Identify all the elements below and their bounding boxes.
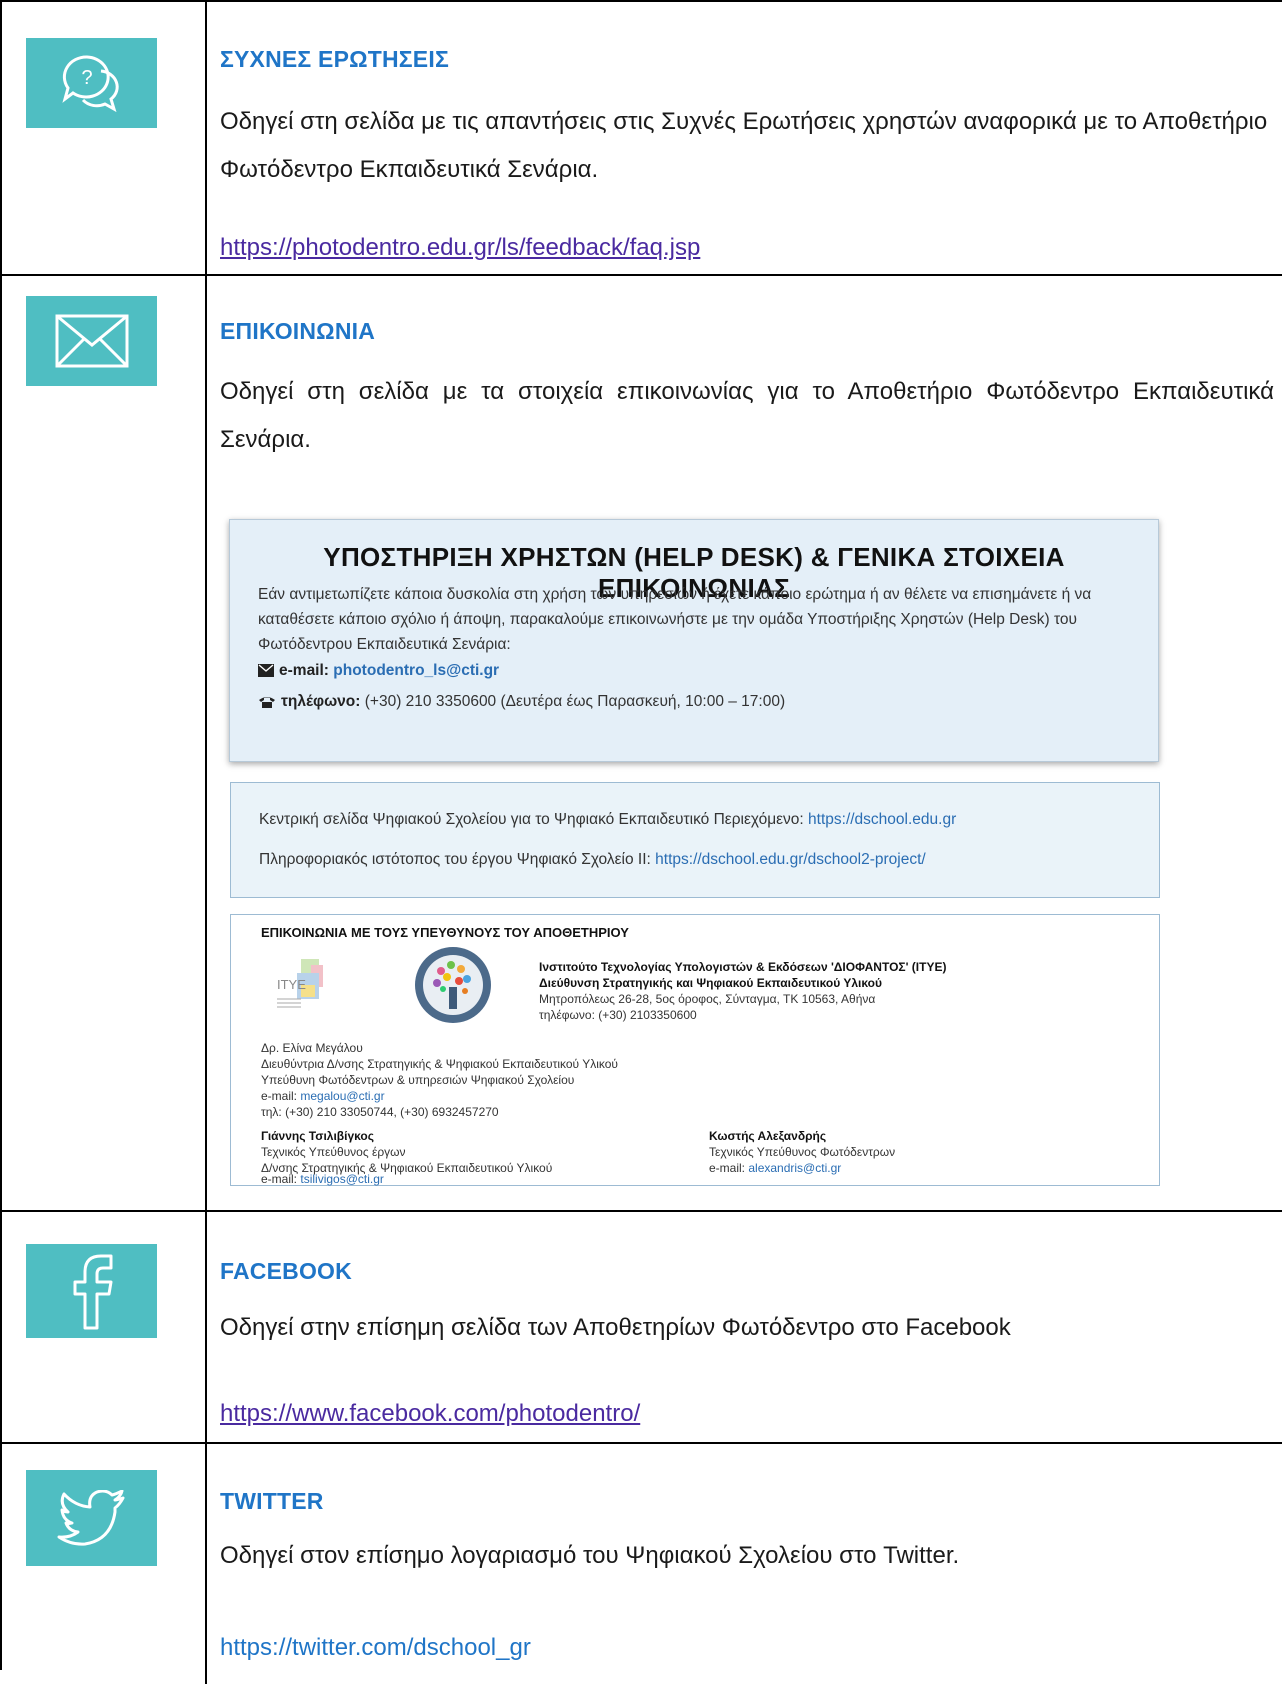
faq-heading: ΣΥΧΝΕΣ ΕΡΩΤΗΣΕΙΣ [220,46,449,72]
twitter-link[interactable]: https://twitter.com/dschool_gr [220,1634,531,1662]
person-3-email[interactable]: alexandris@cti.gr [748,1161,841,1175]
person-2-email-line: e-mail: tsilivigos@cti.gr [261,1172,384,1186]
person-2-email[interactable]: tsilivigos@cti.gr [300,1172,384,1186]
dschool-panel: Κεντρική σελίδα Ψηφιακού Σχολείου για το… [230,782,1160,898]
person-1-role-1: Διευθύντρια Δ/νσης Στρατηγικής & Ψηφιακο… [261,1057,618,1071]
person-3-name: Κωστής Αλεξανδρής [709,1129,827,1143]
row-facebook: FACEBOOK Οδηγεί στην επίσημη σελίδα των … [2,1212,1282,1444]
helpdesk-email[interactable]: photodentro_ls@cti.gr [333,662,499,679]
row-contact: ΕΠΙΚΟΙΝΩΝΙΑ Οδηγεί στη σελίδα με τα στοι… [2,276,1282,1212]
icon-cell: ? [2,2,207,274]
org-name: Ινστιτούτο Τεχνολογίας Υπολογιστών & Εκδ… [539,960,947,974]
responsibles-title: ΕΠΙΚΟΙΝΩΝΙΑ ΜΕ ΤΟΥΣ ΥΠΕΥΘΥΝΟΥΣ ΤΟΥ ΑΠΟΘΕ… [261,925,629,940]
phone-icon [259,697,275,708]
helpdesk-phone-line: τηλέφωνο: (+30) 210 3350600 (Δευτέρα έως… [258,693,785,711]
dschool-line-1: Κεντρική σελίδα Ψηφιακού Σχολείου για το… [259,811,957,828]
dschool-line-2: Πληροφοριακός ιστότοπος του έργου Ψηφιακ… [259,851,926,868]
contact-description: Οδηγεί στη σελίδα με τα στοιχεία επικοιν… [220,378,1274,453]
svg-text:?: ? [81,67,92,89]
faq-link[interactable]: https://photodentro.edu.gr/ls/feedback/f… [220,234,700,262]
mail-icon [258,664,274,677]
facebook-link[interactable]: https://www.facebook.com/photodentro/ [220,1400,640,1428]
helpdesk-description: Εάν αντιμετωπίζετε κάποια δυσκολία στη χ… [258,586,1092,653]
facebook-icon [26,1244,157,1338]
person-1-email-line: e-mail: megalou@cti.gr [261,1089,385,1103]
person-1-name: Δρ. Ελίνα Μεγάλου [261,1041,363,1055]
person-1-email[interactable]: megalou@cti.gr [300,1089,384,1103]
person-3-role-1: Τεχνικός Υπεύθυνος Φωτόδεντρων [709,1145,896,1159]
facebook-description: Οδηγεί στην επίσημη σελίδα των Αποθετηρί… [220,1314,1011,1341]
twitter-heading: TWITTER [220,1488,324,1514]
twitter-description: Οδηγεί στον επίσημο λογαριασμό του Ψηφια… [220,1542,960,1569]
person-2-role-1: Τεχνικός Υπεύθυνος έργων [261,1145,406,1159]
icon-cell [2,276,207,1210]
icon-cell [2,1444,207,1684]
facebook-heading: FACEBOOK [220,1258,352,1284]
helpdesk-email-line: e-mail: photodentro_ls@cti.gr [258,662,499,680]
question-chat-icon: ? [26,38,157,128]
helpdesk-panel: ΥΠΟΣΤΗΡΙΞΗ ΧΡΗΣΤΩΝ (HELP DESK) & ΓΕΝΙΚΑ … [229,519,1159,762]
links-table: ? ΣΥΧΝΕΣ ΕΡΩΤΗΣΕΙΣ Οδηγεί στη σελίδα με … [0,0,1282,1684]
faq-description: Οδηγεί στη σελίδα με τις απαντήσεις στις… [220,108,1268,183]
svg-text:ΙΤΥΕ: ΙΤΥΕ [277,977,306,992]
dschool-link-1[interactable]: https://dschool.edu.gr [808,811,956,828]
twitter-bird-icon [26,1470,157,1566]
helpdesk-phone: (+30) 210 3350600 (Δευτέρα έως Παρασκευή… [364,693,786,710]
responsibles-panel: ΕΠΙΚΟΙΝΩΝΙΑ ΜΕ ΤΟΥΣ ΥΠΕΥΘΥΝΟΥΣ ΤΟΥ ΑΠΟΘΕ… [230,914,1160,1186]
person-1-phone: τηλ: (+30) 210 33050744, (+30) 693245727… [261,1105,499,1119]
row-faq: ? ΣΥΧΝΕΣ ΕΡΩΤΗΣΕΙΣ Οδηγεί στη σελίδα με … [2,2,1282,276]
person-1-role-2: Υπεύθυνη Φωτόδεντρων & υπηρεσιών Ψηφιακο… [261,1073,575,1087]
envelope-icon [26,296,157,386]
person-2-name: Γιάννης Τσιλιβίγκος [261,1129,374,1143]
org-phone: τηλέφωνο: (+30) 2103350600 [539,1008,697,1022]
org-address: Μητροπόλεως 26-28, 5ος όροφος, Σύνταγμα,… [539,992,876,1006]
contact-heading: ΕΠΙΚΟΙΝΩΝΙΑ [220,318,376,344]
photodentro-logo [413,945,493,1025]
org-department: Διεύθυνση Στρατηγικής και Ψηφιακού Εκπαι… [539,976,882,990]
person-3-email-line: e-mail: alexandris@cti.gr [709,1161,842,1175]
row-twitter: TWITTER Οδηγεί στον επίσημο λογαριασμό τ… [2,1444,1282,1684]
icon-cell [2,1212,207,1442]
ityе-logo: ΙΤΥΕ [271,955,333,1015]
dschool-link-2[interactable]: https://dschool.edu.gr/dschool2-project/ [655,851,926,868]
